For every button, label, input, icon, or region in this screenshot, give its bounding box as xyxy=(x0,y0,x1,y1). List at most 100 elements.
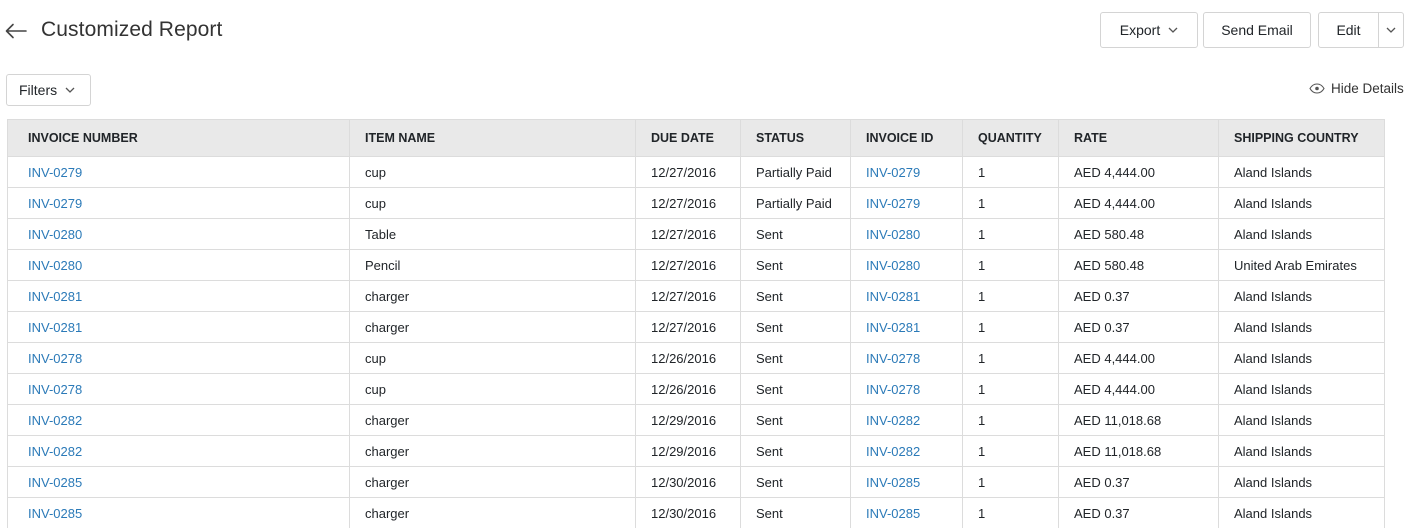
invoice-number-cell: INV-0282 xyxy=(7,435,350,467)
rate-cell: AED 0.37 xyxy=(1058,311,1219,343)
chevron-down-icon xyxy=(1386,27,1396,33)
quantity-cell: 1 xyxy=(962,218,1059,250)
edit-more-button[interactable] xyxy=(1379,13,1403,47)
item-name-cell: charger xyxy=(349,466,636,498)
invoice-id-cell: INV-0278 xyxy=(850,342,963,374)
report-table: INVOICE NUMBER ITEM NAME DUE DATE STATUS INV… xyxy=(7,119,1385,528)
invoice-id-cell: INV-0285 xyxy=(850,497,963,528)
hide-details-toggle[interactable]: Hide Details xyxy=(1309,81,1404,96)
filters-label: Filters xyxy=(19,82,58,98)
invoice-id-cell: INV-0281 xyxy=(850,311,963,343)
rate-cell: AED 4,444.00 xyxy=(1058,373,1219,405)
invoice-number-link[interactable]: INV-0282 xyxy=(28,413,82,428)
send-email-button[interactable]: Send Email xyxy=(1203,12,1311,48)
due-date-cell: 12/29/2016 xyxy=(635,404,741,436)
table-row: INV-0280 Table 12/27/2016 Sent INV-0280 1 AED … xyxy=(7,218,1385,250)
shipping-country-cell: Aland Islands xyxy=(1218,187,1385,219)
invoice-number-link[interactable]: INV-0281 xyxy=(28,320,82,335)
status-cell: Sent xyxy=(740,404,851,436)
rate-cell: AED 580.48 xyxy=(1058,218,1219,250)
invoice-id-link[interactable]: INV-0279 xyxy=(866,165,920,180)
status-cell: Sent xyxy=(740,497,851,528)
due-date-cell: 12/27/2016 xyxy=(635,218,741,250)
invoice-id-link[interactable]: INV-0281 xyxy=(866,320,920,335)
invoice-id-cell: INV-0280 xyxy=(850,218,963,250)
filters-dropdown[interactable]: Filters xyxy=(6,74,91,106)
item-name-cell: Pencil xyxy=(349,249,636,281)
item-name-cell: cup xyxy=(349,342,636,374)
invoice-id-link[interactable]: INV-0278 xyxy=(866,351,920,366)
invoice-id-cell: INV-0281 xyxy=(850,280,963,312)
send-email-label: Send Email xyxy=(1221,22,1293,38)
status-cell: Sent xyxy=(740,249,851,281)
column-header-due-date[interactable]: DUE DATE xyxy=(635,119,741,157)
invoice-id-cell: INV-0282 xyxy=(850,435,963,467)
invoice-id-link[interactable]: INV-0278 xyxy=(866,382,920,397)
column-header-invoice-number[interactable]: INVOICE NUMBER xyxy=(7,119,350,157)
status-cell: Partially Paid xyxy=(740,187,851,219)
invoice-id-link[interactable]: INV-0285 xyxy=(866,475,920,490)
invoice-number-cell: INV-0285 xyxy=(7,466,350,498)
edit-button[interactable]: Edit xyxy=(1319,13,1379,47)
invoice-number-link[interactable]: INV-0280 xyxy=(28,227,82,242)
item-name-cell: charger xyxy=(349,497,636,528)
invoice-number-cell: INV-0279 xyxy=(7,187,350,219)
invoice-number-link[interactable]: INV-0285 xyxy=(28,506,82,521)
invoice-number-cell: INV-0281 xyxy=(7,311,350,343)
item-name-cell: charger xyxy=(349,280,636,312)
rate-cell: AED 0.37 xyxy=(1058,497,1219,528)
export-label: Export xyxy=(1119,22,1161,38)
arrow-left-icon xyxy=(5,23,27,39)
rate-cell: AED 4,444.00 xyxy=(1058,342,1219,374)
export-button[interactable]: Export xyxy=(1100,12,1198,48)
quantity-cell: 1 xyxy=(962,311,1059,343)
item-name-cell: Table xyxy=(349,218,636,250)
shipping-country-cell: Aland Islands xyxy=(1218,311,1385,343)
invoice-id-link[interactable]: INV-0282 xyxy=(866,413,920,428)
column-header-quantity[interactable]: QUANTITY xyxy=(962,119,1059,157)
due-date-cell: 12/26/2016 xyxy=(635,373,741,405)
table-row: INV-0280 Pencil 12/27/2016 Sent INV-0280 1 AED… xyxy=(7,249,1385,281)
invoice-number-link[interactable]: INV-0282 xyxy=(28,444,82,459)
column-header-shipping-country[interactable]: SHIPPING COUNTRY xyxy=(1218,119,1385,157)
column-header-status[interactable]: STATUS xyxy=(740,119,851,157)
quantity-cell: 1 xyxy=(962,280,1059,312)
table-row: INV-0279 cup 12/27/2016 Partially Paid INV-0… xyxy=(7,156,1385,188)
invoice-id-link[interactable]: INV-0280 xyxy=(866,258,920,273)
shipping-country-cell: Aland Islands xyxy=(1218,156,1385,188)
invoice-number-cell: INV-0280 xyxy=(7,249,350,281)
column-header-rate[interactable]: RATE xyxy=(1058,119,1219,157)
rate-cell: AED 0.37 xyxy=(1058,466,1219,498)
invoice-number-link[interactable]: INV-0280 xyxy=(28,258,82,273)
column-header-invoice-id[interactable]: INVOICE ID xyxy=(850,119,963,157)
item-name-cell: cup xyxy=(349,187,636,219)
invoice-number-cell: INV-0278 xyxy=(7,342,350,374)
due-date-cell: 12/26/2016 xyxy=(635,342,741,374)
invoice-number-link[interactable]: INV-0279 xyxy=(28,165,82,180)
invoice-id-link[interactable]: INV-0285 xyxy=(866,506,920,521)
invoice-id-link[interactable]: INV-0281 xyxy=(866,289,920,304)
invoice-number-link[interactable]: INV-0281 xyxy=(28,289,82,304)
rate-cell: AED 580.48 xyxy=(1058,249,1219,281)
due-date-cell: 12/27/2016 xyxy=(635,280,741,312)
shipping-country-cell: Aland Islands xyxy=(1218,342,1385,374)
invoice-number-link[interactable]: INV-0278 xyxy=(28,382,82,397)
rate-cell: AED 0.37 xyxy=(1058,280,1219,312)
invoice-id-link[interactable]: INV-0280 xyxy=(866,227,920,242)
item-name-cell: charger xyxy=(349,435,636,467)
invoice-number-cell: INV-0285 xyxy=(7,497,350,528)
invoice-id-link[interactable]: INV-0279 xyxy=(866,196,920,211)
column-header-item-name[interactable]: ITEM NAME xyxy=(349,119,636,157)
invoice-number-link[interactable]: INV-0279 xyxy=(28,196,82,211)
status-cell: Partially Paid xyxy=(740,156,851,188)
rate-cell: AED 4,444.00 xyxy=(1058,156,1219,188)
invoice-number-cell: INV-0279 xyxy=(7,156,350,188)
due-date-cell: 12/29/2016 xyxy=(635,435,741,467)
invoice-id-cell: INV-0279 xyxy=(850,187,963,219)
back-button[interactable] xyxy=(4,18,28,44)
invoice-number-link[interactable]: INV-0285 xyxy=(28,475,82,490)
eye-icon xyxy=(1309,83,1325,94)
invoice-number-link[interactable]: INV-0278 xyxy=(28,351,82,366)
edit-button-group: Edit xyxy=(1318,12,1404,48)
invoice-id-link[interactable]: INV-0282 xyxy=(866,444,920,459)
